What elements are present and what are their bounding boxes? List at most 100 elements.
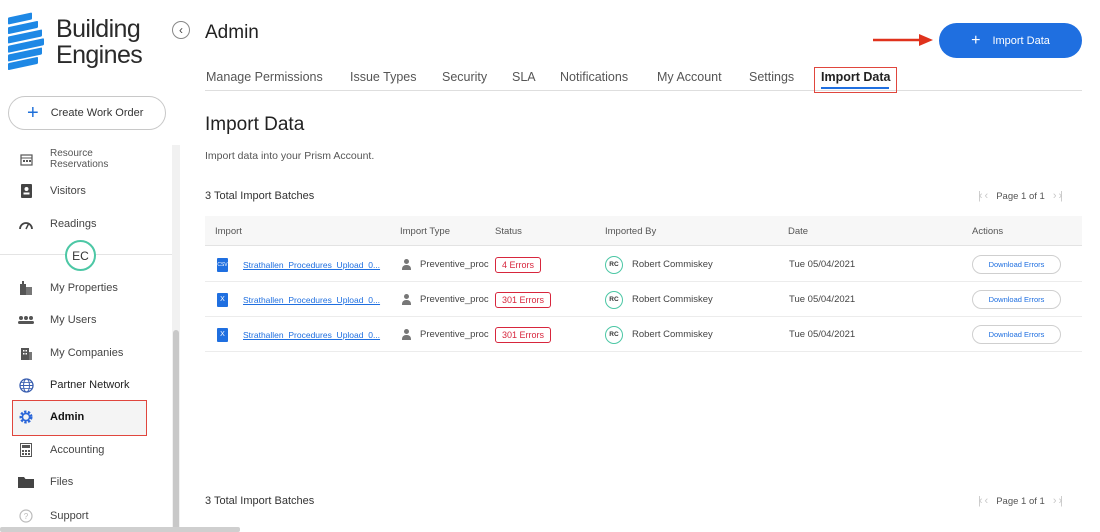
sidebar: Building Engines + Create Work Order Res… [0, 0, 180, 532]
sidebar-item-label: Accounting [50, 444, 105, 456]
table-header: Import Import Type Status Imported By Da… [205, 216, 1082, 246]
tab-sla[interactable]: SLA [512, 70, 536, 84]
sidebar-item-accounting[interactable]: Accounting [12, 442, 172, 458]
sidebar-item-partner-network[interactable]: Partner Network [12, 377, 172, 393]
building-logo-icon [8, 11, 48, 73]
plus-icon: + [27, 102, 39, 124]
create-work-order-button[interactable]: + Create Work Order [8, 96, 166, 130]
page-title: Admin [205, 22, 259, 43]
pagination-bottom: |‹ ‹ Page 1 of 1 › ›| [978, 495, 1063, 507]
status-badge: 301 Errors [495, 291, 552, 308]
next-page-icon[interactable]: › [1053, 495, 1056, 507]
actions-cell: Download Errors [972, 317, 1061, 352]
tab-issue-types[interactable]: Issue Types [350, 70, 416, 84]
sidebar-item-admin[interactable]: Admin [12, 409, 172, 425]
prev-page-icon[interactable]: ‹ [985, 495, 988, 507]
sidebar-item-files[interactable]: Files [12, 474, 172, 490]
first-page-icon[interactable]: |‹ [978, 190, 982, 202]
imported-by-cell: RC Robert Commiskey [605, 247, 713, 282]
import-type: Preventive_proc [420, 259, 489, 270]
sidebar-item-resource-reservations[interactable]: Resource Reservations [12, 148, 172, 170]
import-type-cell: Preventive_proc [401, 282, 489, 317]
column-header: Import [215, 226, 242, 237]
date-cell: Tue 05/04/2021 [789, 329, 856, 340]
tab-manage-permissions[interactable]: Manage Permissions [206, 70, 323, 84]
imported-by-cell: RC Robert Commiskey [605, 282, 713, 317]
import-data-button-label: Import Data [992, 34, 1050, 47]
sidebar-item-my-companies[interactable]: My Companies [12, 345, 172, 361]
section-title: Import Data [205, 114, 305, 135]
sidebar-item-label: Partner Network [50, 379, 130, 391]
imported-by: Robert Commiskey [632, 329, 713, 340]
tab-security[interactable]: Security [442, 70, 487, 84]
import-type: Preventive_proc [420, 294, 489, 305]
imported-by: Robert Commiskey [632, 259, 713, 270]
import-file-link[interactable]: Strathallen_Procedures_Upload_0... [243, 330, 380, 340]
create-work-order-label: Create Work Order [50, 107, 144, 119]
admin-tabs: Manage Permissions Issue Types Security … [205, 62, 1082, 91]
imported-by-cell: RC Robert Commiskey [605, 317, 713, 352]
tab-settings[interactable]: Settings [749, 70, 794, 84]
last-page-icon[interactable]: ›| [1058, 190, 1062, 202]
last-page-icon[interactable]: ›| [1058, 495, 1062, 507]
tab-notifications[interactable]: Notifications [560, 70, 628, 84]
page-indicator: Page 1 of 1 [996, 495, 1045, 507]
users-icon [18, 312, 34, 328]
sidebar-item-label: My Companies [50, 347, 124, 359]
sidebar-scrollbar-thumb[interactable] [173, 330, 179, 530]
sidebar-item-label: Readings [50, 218, 97, 230]
user-avatar: RC [605, 255, 623, 274]
sidebar-item-label: My Users [50, 314, 97, 326]
download-errors-button[interactable]: Download Errors [972, 255, 1061, 274]
person-icon [401, 294, 412, 305]
column-header: Imported By [605, 226, 657, 237]
import-data-button[interactable]: + Import Data [939, 23, 1082, 58]
tab-my-account[interactable]: My Account [657, 70, 722, 84]
building-engines-logo[interactable]: Building Engines [8, 7, 146, 77]
profile-avatar[interactable]: EC [65, 240, 96, 271]
import-file-cell: CSV [217, 247, 228, 282]
import-file-cell: X [217, 317, 228, 352]
prev-page-icon[interactable]: ‹ [985, 190, 988, 202]
active-tab-indicator [821, 87, 889, 89]
logo-wordmark: Building Engines [56, 15, 143, 69]
excel-file-icon: X [217, 292, 228, 307]
chevron-left-icon: ‹ [179, 23, 183, 37]
first-page-icon[interactable]: |‹ [978, 495, 982, 507]
column-header: Date [788, 226, 809, 237]
sidebar-item-label: Resource Reservations [50, 148, 109, 170]
plus-icon: + [971, 31, 981, 49]
sidebar-item-my-users[interactable]: My Users [12, 312, 172, 328]
sidebar-item-readings[interactable]: Readings [12, 216, 172, 232]
status-cell: 301 Errors [495, 282, 552, 317]
sidebar-item-label: Visitors [50, 185, 86, 197]
import-type: Preventive_proc [420, 329, 489, 340]
column-header: Import Type [400, 226, 450, 237]
calculator-icon [18, 442, 34, 458]
person-icon [401, 259, 412, 270]
sidebar-item-support[interactable]: ? Support [12, 508, 172, 524]
import-file-link[interactable]: Strathallen_Procedures_Upload_0... [243, 295, 380, 305]
date-cell: Tue 05/04/2021 [789, 259, 856, 270]
svg-text:?: ? [24, 512, 29, 521]
horizontal-scrollbar[interactable] [0, 527, 240, 532]
sidebar-item-visitors[interactable]: Visitors [12, 183, 172, 199]
folder-icon [18, 474, 34, 490]
import-file-link-cell: Strathallen_Procedures_Upload_0... [243, 282, 380, 317]
user-avatar: RC [605, 325, 623, 344]
company-icon [18, 345, 34, 361]
building-icon [18, 280, 34, 296]
pagination-top: |‹ ‹ Page 1 of 1 › ›| [978, 190, 1063, 202]
next-page-icon[interactable]: › [1053, 190, 1056, 202]
gauge-icon [18, 216, 34, 232]
import-file-link[interactable]: Strathallen_Procedures_Upload_0... [243, 260, 380, 270]
download-errors-button[interactable]: Download Errors [972, 325, 1061, 344]
import-file-link-cell: Strathallen_Procedures_Upload_0... [243, 247, 380, 282]
download-errors-button[interactable]: Download Errors [972, 290, 1061, 309]
gear-icon [18, 409, 34, 425]
collapse-sidebar-button[interactable]: ‹ [172, 21, 190, 39]
date-cell: Tue 05/04/2021 [789, 294, 856, 305]
actions-cell: Download Errors [972, 282, 1061, 317]
sidebar-item-my-properties[interactable]: My Properties [12, 280, 172, 296]
section-subtitle: Import data into your Prism Account. [205, 150, 375, 162]
